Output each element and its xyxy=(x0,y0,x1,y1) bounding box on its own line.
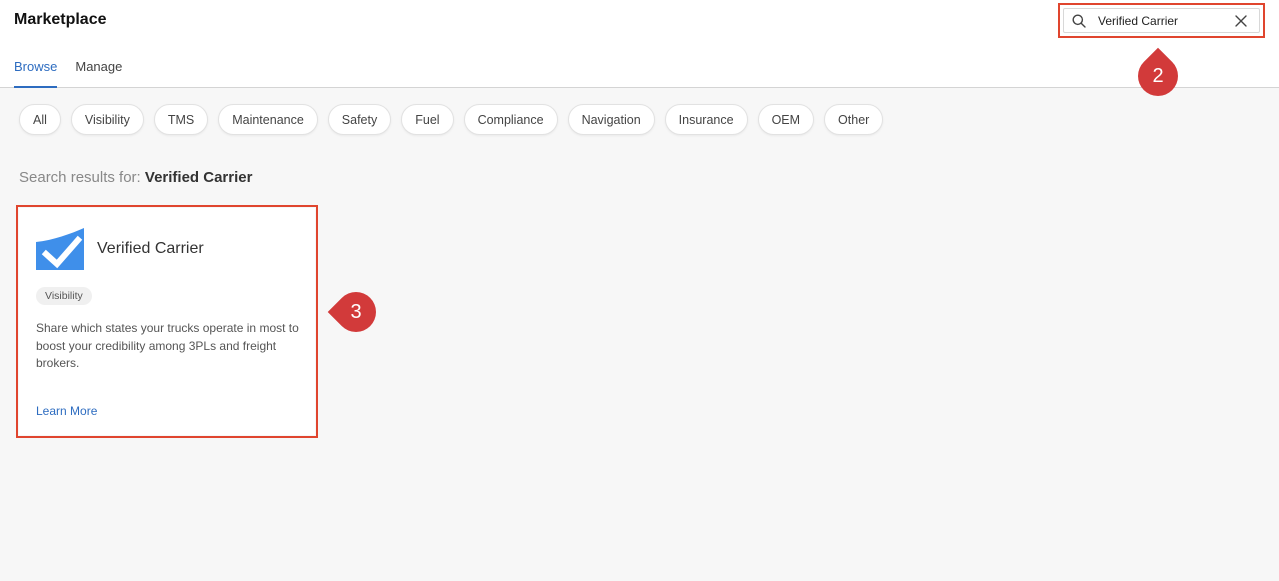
app-description: Share which states your trucks operate i… xyxy=(36,321,299,370)
filter-chip-navigation[interactable]: Navigation xyxy=(567,104,655,135)
search-field[interactable] xyxy=(1063,8,1260,33)
page-title: Marketplace xyxy=(14,11,107,28)
step-marker-label: 2 xyxy=(1152,64,1164,87)
filter-chip-all[interactable]: All xyxy=(19,104,61,135)
search-highlight-box xyxy=(1058,3,1265,38)
search-results-heading: Search results for: Verified Carrier xyxy=(19,169,252,186)
close-icon[interactable] xyxy=(1235,14,1249,27)
search-input[interactable] xyxy=(1098,13,1235,28)
search-icon xyxy=(1072,14,1092,28)
tab-bar: Browse Manage xyxy=(14,59,122,88)
filter-chip-insurance[interactable]: Insurance xyxy=(664,104,748,135)
tab-manage[interactable]: Manage xyxy=(75,59,122,88)
filter-chip-oem[interactable]: OEM xyxy=(757,104,815,135)
category-badge: Visibility xyxy=(36,287,92,305)
app-card[interactable]: Verified Carrier Visibility Share which … xyxy=(19,208,315,435)
filter-chip-maintenance[interactable]: Maintenance xyxy=(218,104,318,135)
checkmark-logo-icon xyxy=(36,228,84,275)
filter-chip-compliance[interactable]: Compliance xyxy=(463,104,558,135)
filter-chip-other[interactable]: Other xyxy=(824,104,884,135)
filter-chip-tms[interactable]: TMS xyxy=(153,104,209,135)
results-query: Verified Carrier xyxy=(144,169,253,186)
filter-chip-fuel[interactable]: Fuel xyxy=(401,104,454,135)
app-name: Verified Carrier xyxy=(97,240,204,257)
step-marker-3: 3 xyxy=(327,283,385,341)
filter-chip-visibility[interactable]: Visibility xyxy=(70,104,144,135)
step-marker-label: 3 xyxy=(350,300,362,323)
tab-browse[interactable]: Browse xyxy=(14,59,58,88)
learn-more-link[interactable]: Learn More xyxy=(36,404,97,418)
filter-chip-safety[interactable]: Safety xyxy=(327,104,392,135)
filter-chip-row: All Visibility TMS Maintenance Safety Fu… xyxy=(19,104,884,135)
results-prefix: Search results for: xyxy=(19,169,141,186)
